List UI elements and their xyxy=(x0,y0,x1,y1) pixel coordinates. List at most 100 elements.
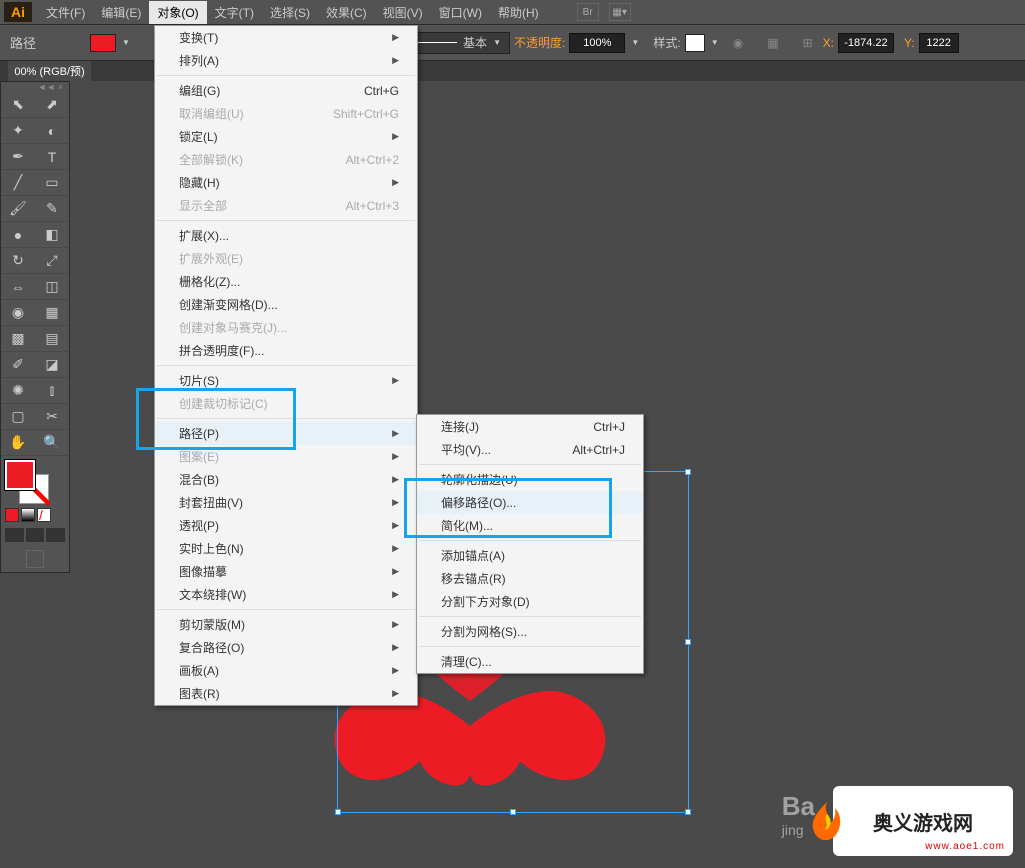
submenu-item-U[interactable]: 轮廓化描边(U) xyxy=(417,468,643,491)
draw-behind-icon[interactable] xyxy=(26,528,45,542)
mini-color-swatch[interactable] xyxy=(5,508,19,522)
fill-dropdown-icon[interactable]: ▼ xyxy=(120,37,132,49)
menu-item-T[interactable]: 变换(T)▶ xyxy=(155,26,417,49)
zoom-tool[interactable]: 🔍 xyxy=(35,430,69,456)
opacity-dropdown-icon[interactable]: ▼ xyxy=(629,37,641,49)
x-field[interactable]: -1874.22 xyxy=(838,33,894,53)
menu-item-C: 创建裁切标记(C) xyxy=(155,392,417,415)
screen-mode-icon[interactable] xyxy=(26,550,44,568)
opacity-label[interactable]: 不透明度: xyxy=(514,34,565,51)
menu-item-O[interactable]: 复合路径(O)▶ xyxy=(155,636,417,659)
style-swatch[interactable] xyxy=(685,34,705,52)
slice-tool[interactable]: ✂ xyxy=(35,404,69,430)
draw-inside-icon[interactable] xyxy=(46,528,65,542)
blob-brush-tool[interactable]: ● xyxy=(1,222,35,248)
eraser-tool[interactable]: ◧ xyxy=(35,222,69,248)
menu-item-R[interactable]: 图表(R)▶ xyxy=(155,682,417,705)
rectangle-tool[interactable]: ▭ xyxy=(35,170,69,196)
menu-type[interactable]: 文字(T) xyxy=(207,1,262,24)
submenu-item-D[interactable]: 分割下方对象(D) xyxy=(417,590,643,613)
tool-panel: ◄◄ × ⬉⬈✦◐✒T╱▭🖌✎●◧↻⤢⇔◫◉▦▩▤✐◪✺⫾▢✂✋🔍 / xyxy=(0,81,70,573)
menu-item-X[interactable]: 扩展(X)... xyxy=(155,224,417,247)
submenu-item-C[interactable]: 清理(C)... xyxy=(417,650,643,673)
symbol-sprayer-tool[interactable]: ✺ xyxy=(1,378,35,404)
menu-item-F[interactable]: 拼合透明度(F)... xyxy=(155,339,417,362)
scale-tool[interactable]: ⤢ xyxy=(35,248,69,274)
mesh-tool[interactable]: ▩ xyxy=(1,326,35,352)
paintbrush-tool[interactable]: 🖌 xyxy=(1,196,35,222)
y-field[interactable]: 1222 xyxy=(919,33,959,53)
mini-none-swatch[interactable]: / xyxy=(37,508,51,522)
magic-wand-tool[interactable]: ✦ xyxy=(1,118,35,144)
selection-tool[interactable]: ⬉ xyxy=(1,92,35,118)
transform-icon[interactable]: ⊞ xyxy=(803,36,813,50)
submenu-item-V[interactable]: 平均(V)...Alt+Ctrl+J xyxy=(417,438,643,461)
menu-item-E: 图案(E)▶ xyxy=(155,445,417,468)
menu-help[interactable]: 帮助(H) xyxy=(490,1,547,24)
menu-select[interactable]: 选择(S) xyxy=(262,1,318,24)
menu-item-: 显示全部Alt+Ctrl+3 xyxy=(155,194,417,217)
menu-effect[interactable]: 效果(C) xyxy=(318,1,375,24)
submenu-item-M[interactable]: 简化(M)... xyxy=(417,514,643,537)
pen-tool[interactable]: ✒ xyxy=(1,144,35,170)
free-transform-tool[interactable]: ◫ xyxy=(35,274,69,300)
document-tab[interactable]: 00% (RGB/预) xyxy=(8,61,90,81)
menu-item-P[interactable]: 路径(P)▶ xyxy=(155,422,417,445)
menubar: Ai 文件(F) 编辑(E) 对象(O) 文字(T) 选择(S) 效果(C) 视… xyxy=(0,0,1025,25)
menu-item-V[interactable]: 封套扭曲(V)▶ xyxy=(155,491,417,514)
submenu-item-S[interactable]: 分割为网格(S)... xyxy=(417,620,643,643)
draw-mode-icon[interactable] xyxy=(5,528,24,542)
fill-swatch[interactable] xyxy=(90,34,116,52)
menu-item-B[interactable]: 混合(B)▶ xyxy=(155,468,417,491)
menu-item-[interactable]: 图像描摹▶ xyxy=(155,560,417,583)
arrange-docs-icon[interactable]: ▦▾ xyxy=(609,3,631,21)
menu-view[interactable]: 视图(V) xyxy=(375,1,431,24)
line-tool[interactable]: ╱ xyxy=(1,170,35,196)
menu-item-Z[interactable]: 栅格化(Z)... xyxy=(155,270,417,293)
menu-item-S[interactable]: 切片(S)▶ xyxy=(155,369,417,392)
shape-builder-tool[interactable]: ◉ xyxy=(1,300,35,326)
fill-stroke-swatch[interactable] xyxy=(5,460,49,504)
menu-item-A[interactable]: 排列(A)▶ xyxy=(155,49,417,72)
mini-gradient-swatch[interactable] xyxy=(21,508,35,522)
flame-icon xyxy=(803,796,853,846)
menu-item-P[interactable]: 透视(P)▶ xyxy=(155,514,417,537)
menu-object[interactable]: 对象(O) xyxy=(149,1,206,24)
menu-item-A[interactable]: 画板(A)▶ xyxy=(155,659,417,682)
menu-item-D[interactable]: 创建渐变网格(D)... xyxy=(155,293,417,316)
submenu-item-A[interactable]: 添加锚点(A) xyxy=(417,544,643,567)
pencil-tool[interactable]: ✎ xyxy=(35,196,69,222)
align-icon[interactable]: ▦ xyxy=(767,36,778,50)
menu-item-L[interactable]: 锁定(L)▶ xyxy=(155,125,417,148)
opacity-field[interactable]: 100% xyxy=(569,33,625,53)
type-tool[interactable]: T xyxy=(35,144,69,170)
direct-selection-tool[interactable]: ⬈ xyxy=(35,92,69,118)
blend-tool[interactable]: ◪ xyxy=(35,352,69,378)
perspective-tool[interactable]: ▦ xyxy=(35,300,69,326)
eyedropper-tool[interactable]: ✐ xyxy=(1,352,35,378)
width-tool[interactable]: ⇔ xyxy=(1,274,35,300)
graph-tool[interactable]: ⫾ xyxy=(35,378,69,404)
menu-item-N[interactable]: 实时上色(N)▶ xyxy=(155,537,417,560)
rotate-tool[interactable]: ↻ xyxy=(1,248,35,274)
site-watermark: 奥义游戏网 www.aoe1.com xyxy=(833,786,1013,856)
style-dropdown-icon[interactable]: ▼ xyxy=(709,37,721,49)
menu-edit[interactable]: 编辑(E) xyxy=(93,1,149,24)
submenu-item-J[interactable]: 连接(J)Ctrl+J xyxy=(417,415,643,438)
menu-item-G[interactable]: 编组(G)Ctrl+G xyxy=(155,79,417,102)
menu-file[interactable]: 文件(F) xyxy=(38,1,93,24)
submenu-item-O[interactable]: 偏移路径(O)... xyxy=(417,491,643,514)
menu-item-W[interactable]: 文本绕排(W)▶ xyxy=(155,583,417,606)
submenu-item-R[interactable]: 移去锚点(R) xyxy=(417,567,643,590)
path-submenu: 连接(J)Ctrl+J平均(V)...Alt+Ctrl+J 轮廓化描边(U)偏移路… xyxy=(416,414,644,674)
menu-item-E: 扩展外观(E) xyxy=(155,247,417,270)
hand-tool[interactable]: ✋ xyxy=(1,430,35,456)
bridge-icon[interactable]: Br xyxy=(577,3,599,21)
gradient-tool[interactable]: ▤ xyxy=(35,326,69,352)
lasso-tool[interactable]: ◐ xyxy=(35,118,69,144)
recolor-icon[interactable]: ◉ xyxy=(733,36,743,50)
menu-window[interactable]: 窗口(W) xyxy=(431,1,490,24)
menu-item-M[interactable]: 剪切蒙版(M)▶ xyxy=(155,613,417,636)
menu-item-H[interactable]: 隐藏(H)▶ xyxy=(155,171,417,194)
artboard-tool[interactable]: ▢ xyxy=(1,404,35,430)
